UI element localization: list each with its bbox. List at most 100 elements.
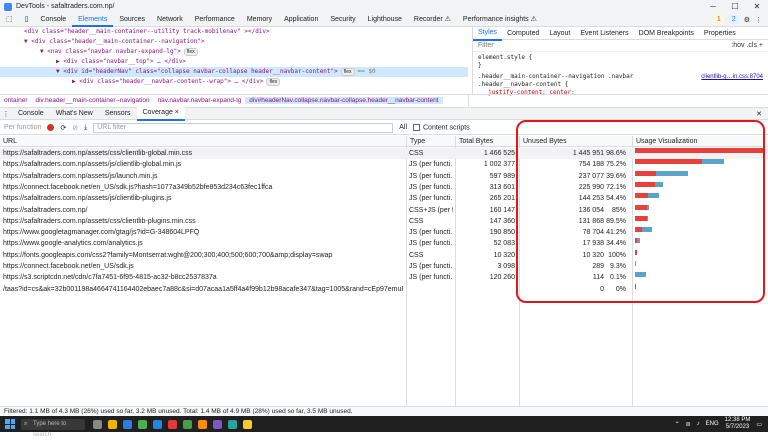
clock-date: 5/7/2023 <box>725 424 751 431</box>
folder-icon[interactable] <box>243 420 252 429</box>
minimize-icon[interactable]: ─ <box>702 2 724 11</box>
row-type: JS (per functi… <box>409 227 453 238</box>
settings-gear-icon[interactable]: ⚙ <box>744 16 750 24</box>
export-icon[interactable]: ⤓ <box>84 124 87 132</box>
url-filter-input[interactable]: URL filter <box>93 123 393 133</box>
clock-time: 12:38 PM <box>725 417 751 424</box>
more-options-icon[interactable]: ⋮ <box>755 16 762 24</box>
row-url: /taas?id=cs&ak=32b001198a4664741164402eb… <box>3 284 403 295</box>
app-icon[interactable] <box>228 420 237 429</box>
window-titlebar: DevTools - safaltraders.com.np/ ─ ☐ ✕ <box>0 0 768 13</box>
drawer-tab-sensors[interactable]: Sensors <box>99 108 137 120</box>
dom-node[interactable]: ▼ <nav class="navbar navbar-expand-lg">f… <box>0 47 468 57</box>
word-icon[interactable] <box>153 420 162 429</box>
tab-performance-insights[interactable]: Performance insights ⚠ <box>457 13 543 27</box>
drawer-tab-what-s-new[interactable]: What's New <box>50 108 99 120</box>
row-total-bytes: 3 098 <box>457 261 517 272</box>
row-url: https://safaltraders.com.np/ <box>3 205 403 216</box>
record-icon[interactable] <box>47 124 54 131</box>
app-icon[interactable] <box>213 420 222 429</box>
notifications-icon[interactable]: ▭ <box>756 421 762 428</box>
styles-tab-event-listeners[interactable]: Event Listeners <box>575 27 633 40</box>
dom-node[interactable]: ▶ <div class="header__navbar-content--wr… <box>0 77 468 87</box>
tab-memory[interactable]: Memory <box>241 13 278 27</box>
flex-badge[interactable]: flex <box>184 48 198 56</box>
tab-application[interactable]: Application <box>278 13 324 27</box>
windows-taskbar: Type here to search ⌃ ⊜ ♪ ENG 12:38 PM 5… <box>0 416 768 432</box>
tab-lighthouse[interactable]: Lighthouse <box>362 13 408 27</box>
drawer-tab-console[interactable]: Console <box>12 108 50 120</box>
styles-tab-computed[interactable]: Computed <box>502 27 544 40</box>
drawer-menu-icon[interactable]: ⋮ <box>0 110 12 118</box>
dom-node[interactable]: ▼ <div class="header__main-container--na… <box>0 37 468 47</box>
app-icon[interactable] <box>198 420 207 429</box>
stylesheet-link[interactable]: clientlib-g…in.css:8704 <box>701 73 763 81</box>
styles-tab-dom-breakpoints[interactable]: DOM Breakpoints <box>634 27 699 40</box>
column-header-total-bytes[interactable]: Total Bytes <box>455 136 493 147</box>
column-header-url[interactable]: URL <box>0 136 17 147</box>
tab-security[interactable]: Security <box>324 13 361 27</box>
clear-icon[interactable]: ⊘ <box>72 124 78 132</box>
dom-node[interactable]: <div class="header__main-container--util… <box>0 27 468 37</box>
drawer-tab-coverage[interactable]: Coverage × <box>137 107 185 121</box>
content-scripts-checkbox[interactable]: Content scripts <box>413 124 470 131</box>
taskbar-search[interactable]: Type here to search <box>21 419 85 430</box>
devtools-tabs: ⬚ ▯ ConsoleElementsSourcesNetworkPerform… <box>0 13 768 27</box>
row-type: CSS <box>409 216 453 227</box>
volume-icon[interactable]: ♪ <box>697 421 700 427</box>
close-icon[interactable]: ✕ <box>746 2 768 11</box>
styles-filter-input[interactable]: Filter <box>478 42 494 49</box>
issues-badge[interactable]: 2 <box>729 15 739 24</box>
flex-badge[interactable]: flex <box>341 68 355 76</box>
styles-tab-styles[interactable]: Styles <box>473 26 502 41</box>
styles-tabs: StylesComputedLayoutEvent ListenersDOM B… <box>473 27 768 40</box>
inspect-icon[interactable]: ⬚ <box>0 13 19 27</box>
styles-tab-layout[interactable]: Layout <box>544 27 575 40</box>
tab-sources[interactable]: Sources <box>113 13 151 27</box>
device-toolbar-icon[interactable]: ▯ <box>19 13 35 27</box>
flex-badge[interactable]: flex <box>266 78 280 86</box>
excel-icon[interactable] <box>183 420 192 429</box>
styles-tab-properties[interactable]: Properties <box>699 27 741 40</box>
tab-elements[interactable]: Elements <box>72 13 113 27</box>
windows-start-icon[interactable] <box>5 419 15 429</box>
coverage-mode-select[interactable]: Per function <box>4 124 41 131</box>
warnings-badge[interactable]: 1 <box>714 15 724 24</box>
styles-filter[interactable]: Filter :hov .cls + <box>473 40 768 52</box>
style-line: element.style { <box>478 54 763 62</box>
dom-node[interactable]: ▼ <div id="headerNav" class="collapse na… <box>0 67 468 77</box>
file-explorer-icon[interactable] <box>108 420 117 429</box>
styles-filter-controls[interactable]: :hov .cls + <box>731 42 763 49</box>
breadcrumb-spacer <box>468 94 768 106</box>
row-total-bytes: 597 989 <box>457 171 517 182</box>
tray-chevron-icon[interactable]: ⌃ <box>675 421 680 428</box>
type-filter-select[interactable]: All <box>399 124 407 131</box>
row-total-bytes: 147 360 <box>457 216 517 227</box>
breadcrumb: ontainerdiv.header__main-container--navi… <box>0 94 468 106</box>
breadcrumb-item[interactable]: div.header__main-container--navigation <box>32 97 154 104</box>
tab-recorder[interactable]: Recorder ⚠ <box>408 13 457 27</box>
column-header-type[interactable]: Type <box>406 136 425 147</box>
breadcrumb-item[interactable]: ontainer <box>0 97 32 104</box>
tab-network[interactable]: Network <box>151 13 189 27</box>
language-indicator[interactable]: ENG <box>706 421 719 427</box>
network-icon[interactable]: ⊜ <box>686 421 691 428</box>
maximize-icon[interactable]: ☐ <box>724 2 746 11</box>
row-url: https://s3.scriptcdn.net/cdn/c7fa7451-6f… <box>3 272 403 283</box>
app-icon[interactable] <box>168 420 177 429</box>
breadcrumb-item[interactable]: nav.navbar.navbar-expand-lg <box>154 97 246 104</box>
breadcrumb-item[interactable]: div#headerNav.collapse.navbar-collapse.h… <box>245 97 442 104</box>
dom-node[interactable]: ▶ <div class="navbar__top"> … </div> <box>0 57 468 67</box>
devtools-icon <box>4 3 12 11</box>
row-type: JS (per functi… <box>409 272 453 283</box>
reload-icon[interactable]: ⟳ <box>60 124 66 132</box>
styles-pane: StylesComputedLayoutEvent ListenersDOM B… <box>472 27 768 94</box>
tab-console[interactable]: Console <box>34 13 72 27</box>
row-url: https://connect.facebook.net/en_US/sdk.j… <box>3 182 403 193</box>
task-view-icon[interactable] <box>93 420 102 429</box>
tab-performance[interactable]: Performance <box>189 13 241 27</box>
close-drawer-icon[interactable]: ✕ <box>756 110 768 118</box>
taskbar-clock[interactable]: 12:38 PM 5/7/2023 <box>725 417 751 431</box>
chrome-icon[interactable] <box>138 420 147 429</box>
edge-icon[interactable] <box>123 420 132 429</box>
